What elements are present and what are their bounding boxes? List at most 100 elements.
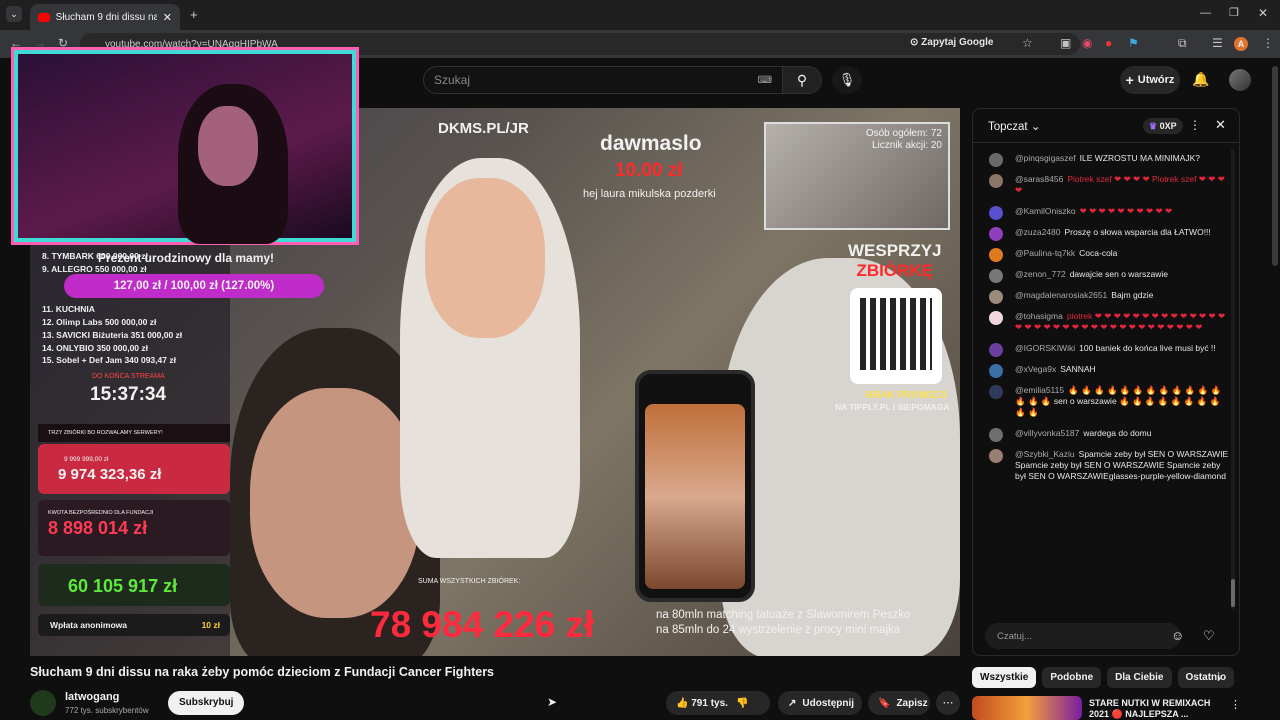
like-dislike-group: 👍 791 tys. 👎: [666, 691, 770, 715]
chat-message: @magdalenarosiak2651 Bajm gdzie: [973, 288, 1239, 304]
chat-username[interactable]: @saras8456: [1015, 174, 1063, 184]
chat-avatar[interactable]: [989, 174, 1003, 188]
chevron-right-icon[interactable]: ›: [1217, 671, 1221, 685]
chat-username[interactable]: @magdalenarosiak2651: [1015, 290, 1107, 300]
channel-name[interactable]: latwogang: [65, 691, 119, 703]
filter-chip[interactable]: Ostatnio: [1177, 667, 1235, 688]
extension-icon[interactable]: ⚑: [1128, 36, 1139, 50]
new-tab-icon[interactable]: +: [190, 7, 198, 22]
extension-icon[interactable]: ◉: [1082, 36, 1092, 50]
recommended-thumbnail[interactable]: [972, 696, 1082, 720]
subscribe-button[interactable]: Subskrybuj: [168, 691, 245, 715]
account-avatar[interactable]: [1229, 69, 1251, 91]
back-icon[interactable]: ←: [10, 36, 22, 50]
chat-username[interactable]: @zenon_772: [1015, 269, 1066, 279]
recommended-menu-icon[interactable]: ⋮: [1230, 698, 1241, 711]
chat-avatar[interactable]: [989, 364, 1003, 378]
chat-scrollbar[interactable]: [1231, 149, 1235, 609]
close-tab-icon[interactable]: ✕: [163, 11, 172, 24]
chat-username[interactable]: @xVega9x: [1015, 364, 1056, 374]
emoji-icon[interactable]: ☺: [1171, 628, 1184, 643]
minimize-icon[interactable]: —: [1200, 7, 1211, 19]
chat-text: ❤ ❤ ❤ ❤ ❤ ❤ ❤ ❤ ❤ ❤: [1079, 206, 1173, 216]
tipply-label: NA TIPPLY.PL I SIEPOMAGA: [835, 402, 950, 412]
chat-username[interactable]: @tohasigma: [1015, 311, 1063, 321]
chat-avatar[interactable]: [989, 290, 1003, 304]
chat-message: @Szybki_Kaziu Spamcie zeby był SEN O WARS…: [973, 447, 1239, 484]
heart-reaction-icon[interactable]: ♡: [1203, 628, 1215, 644]
sponsor-item: 12. Olimp Labs 500 000,00 zł: [42, 317, 157, 328]
chat-avatar[interactable]: [989, 311, 1003, 325]
close-window-icon[interactable]: ✕: [1258, 6, 1268, 20]
chat-avatar[interactable]: [989, 449, 1003, 463]
chat-message: @saras8456 Piotrek szef ❤ ❤ ❤ ❤ Piotrek s…: [973, 172, 1239, 198]
create-button[interactable]: + Utwórz: [1120, 66, 1180, 94]
ask-google-button[interactable]: ⊙ Zapytaj Google: [910, 37, 993, 48]
filter-chip[interactable]: Podobne: [1042, 667, 1102, 688]
profile-avatar[interactable]: A: [1234, 37, 1248, 51]
search-icon: ⚲: [796, 71, 808, 88]
reading-list-icon[interactable]: ☰: [1212, 36, 1223, 50]
three-funds-bar: TRZY ZBIÓRKI BO ROZWALAMY SERWERY!: [38, 424, 230, 442]
like-button[interactable]: 👍 791 tys.: [676, 698, 728, 709]
chat-menu-icon[interactable]: ⋮: [1189, 118, 1201, 132]
sponsor-list: 8. TYMBARK 600 000,00 zł 9. ALLEGRO 550 0…: [42, 250, 182, 367]
chat-username[interactable]: @KamilOniszko: [1015, 206, 1076, 216]
donation-message: hej laura mikulska pozderki: [583, 188, 716, 200]
extensions-puzzle-icon[interactable]: ⧉: [1178, 36, 1187, 51]
three-funds-label: TRZY ZBIÓRKI BO ROZWALAMY SERWERY!: [48, 430, 163, 436]
close-chat-icon[interactable]: ✕: [1215, 117, 1226, 133]
page-scrollbar[interactable]: [1272, 66, 1278, 266]
chat-username[interactable]: @Paulina-tq7kk: [1015, 248, 1075, 258]
donation-amount: 10.00 zł: [615, 160, 683, 181]
chat-username[interactable]: @emilia5115: [1015, 385, 1064, 395]
chat-avatar[interactable]: [989, 269, 1003, 283]
chat-mode-dropdown[interactable]: Topczat ⌄: [988, 119, 1040, 133]
chat-username[interactable]: @villyvonka5187: [1015, 428, 1079, 438]
maximize-icon[interactable]: ❐: [1229, 6, 1239, 19]
more-actions-button[interactable]: ⋯: [936, 691, 960, 715]
search-button[interactable]: ⚲: [782, 66, 822, 94]
browser-menu-icon[interactable]: ⋮: [1262, 36, 1274, 50]
share-label: Udostępnij: [802, 697, 855, 709]
extension-icon[interactable]: ▣: [1060, 36, 1071, 50]
tab-search-icon[interactable]: ⌄: [6, 6, 22, 22]
save-label: Zapisz: [896, 697, 928, 709]
chat-avatar[interactable]: [989, 206, 1003, 220]
chat-username[interactable]: @Szybki_Kaziu: [1015, 449, 1075, 459]
save-button[interactable]: 🔖 Zapisz: [868, 691, 930, 715]
browser-tab[interactable]: Słucham 9 dni dissu na raka żeby ✕: [30, 4, 180, 30]
dislike-button[interactable]: 👎: [736, 698, 748, 709]
chat-input[interactable]: Czatuj...: [985, 623, 1181, 649]
chat-scroll-thumb[interactable]: [1231, 579, 1235, 607]
chat-avatar[interactable]: [989, 428, 1003, 442]
search-input[interactable]: Szukaj ⌨: [423, 66, 783, 94]
filter-chip[interactable]: Wszystkie: [972, 667, 1037, 688]
chat-points-badge[interactable]: ♛ 0XP: [1143, 118, 1183, 134]
reload-icon[interactable]: ↻: [58, 36, 68, 50]
extension-icon[interactable]: ●: [1105, 36, 1112, 50]
thumbs-down-icon: 👎: [735, 697, 749, 709]
notifications-bell-icon[interactable]: 🔔: [1192, 71, 1209, 88]
chat-message-list: @pinqsgigaszef ILE WZROSTU MA MINIMAJK? @s…: [973, 143, 1239, 609]
chat-username[interactable]: @IGORSKIWiki: [1015, 343, 1075, 353]
chat-avatar[interactable]: [989, 248, 1003, 262]
share-button[interactable]: ↗ Udostępnij: [778, 691, 862, 715]
chat-avatar[interactable]: [989, 343, 1003, 357]
phone-in-video: [635, 370, 755, 602]
fund-box-1: 9 999 999,00 zł 9 974 323,36 zł: [38, 444, 230, 494]
voice-search-button[interactable]: 🎙: [832, 66, 862, 94]
filter-chip[interactable]: Dla Ciebie: [1107, 667, 1172, 688]
chat-avatar[interactable]: [989, 385, 1003, 399]
chat-avatar[interactable]: [989, 227, 1003, 241]
thumbs-up-icon: 👍: [676, 697, 689, 709]
keyboard-icon[interactable]: ⌨: [758, 75, 772, 86]
chat-username[interactable]: @zuza2480: [1015, 227, 1061, 237]
chat-avatar[interactable]: [989, 153, 1003, 167]
channel-avatar[interactable]: [30, 690, 56, 716]
bookmark-star-icon[interactable]: ☆: [1022, 36, 1033, 50]
forward-icon[interactable]: →: [34, 36, 46, 50]
recommended-title[interactable]: STARE NUTKI W REMIXACH 2021 🔴 NAJLEPSZA …: [1089, 698, 1221, 720]
chat-username[interactable]: @pinqsgigaszef: [1015, 153, 1076, 163]
video-subtitles: na 80mln matching tatuaże z Sławomirem P…: [656, 608, 910, 638]
